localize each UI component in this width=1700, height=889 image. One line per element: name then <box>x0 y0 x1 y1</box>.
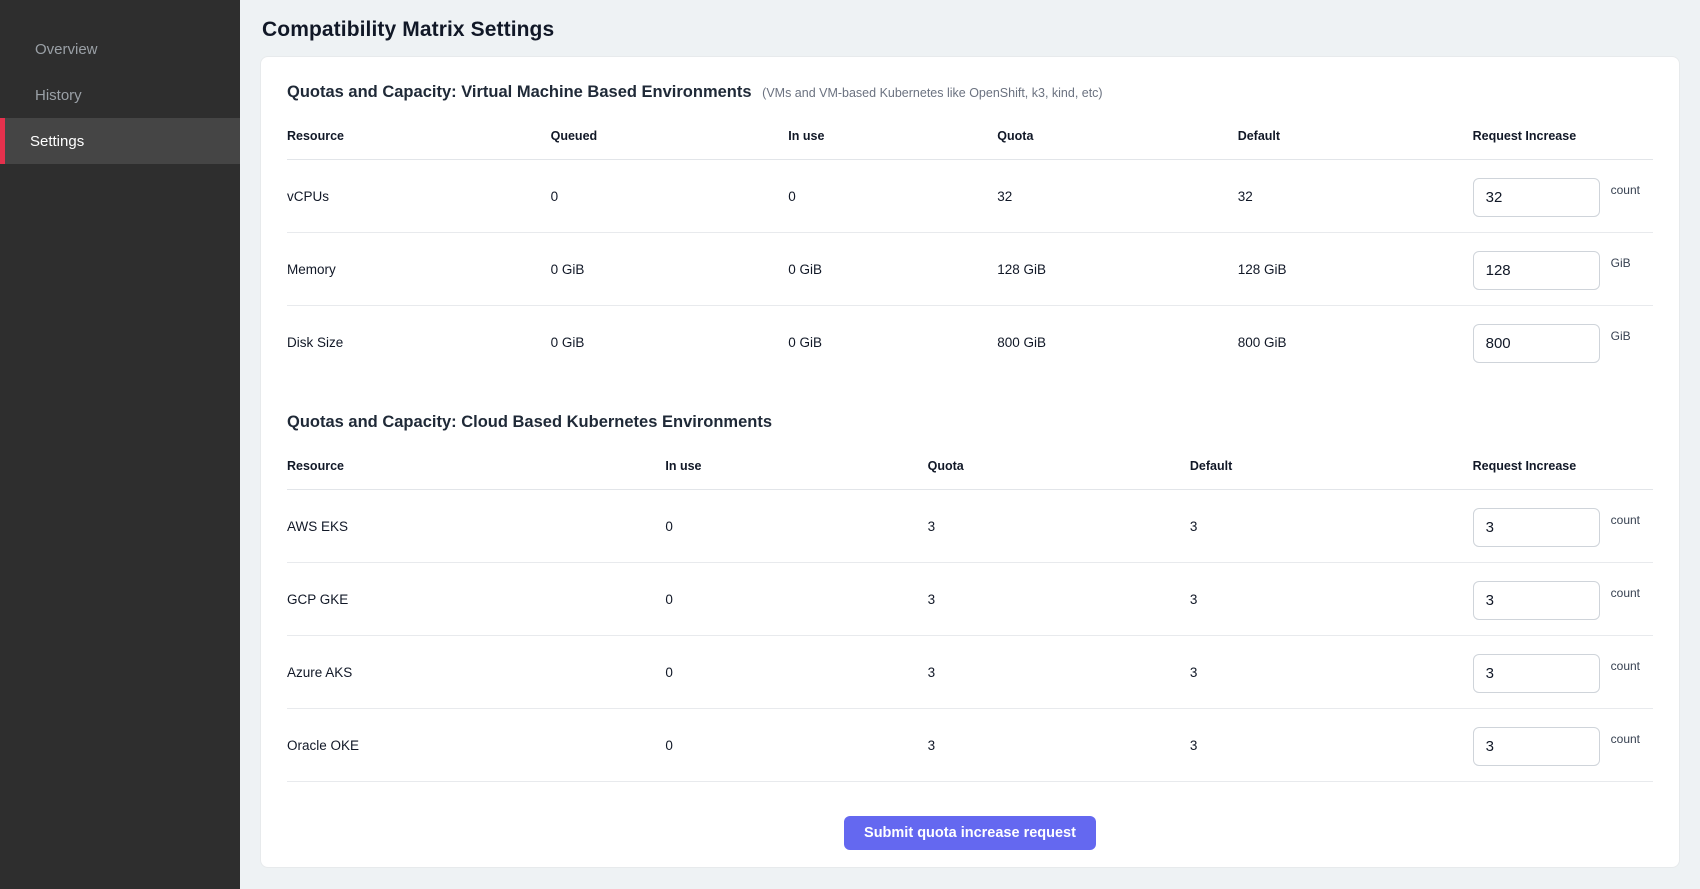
vm-col-default: Default <box>1238 129 1473 143</box>
page-title: Compatibility Matrix Settings <box>262 18 1680 42</box>
default-value: 3 <box>1190 519 1473 534</box>
main-content: Compatibility Matrix Settings Quotas and… <box>240 0 1700 889</box>
unit-label: count <box>1611 586 1640 600</box>
vm-quota-table: Resource Queued In use Quota Default Req… <box>287 112 1653 379</box>
request-increase-cell: count <box>1473 725 1653 766</box>
table-row-aws-eks: AWS EKS 0 3 3 count <box>287 490 1653 563</box>
request-increase-cell: GiB <box>1473 322 1653 363</box>
vcpus-request-input[interactable] <box>1473 178 1600 217</box>
vm-col-resource: Resource <box>287 129 551 143</box>
default-value: 3 <box>1190 592 1473 607</box>
queued-value: 0 GiB <box>551 262 789 277</box>
resource-label: GCP GKE <box>287 592 665 607</box>
queued-value: 0 <box>551 189 789 204</box>
vm-col-in-use: In use <box>788 129 997 143</box>
queued-value: 0 GiB <box>551 335 789 350</box>
oracle-oke-request-input[interactable] <box>1473 727 1600 766</box>
sidebar-item-history[interactable]: History <box>0 72 240 118</box>
resource-label: Memory <box>287 262 551 277</box>
request-increase-cell: count <box>1473 176 1653 217</box>
cloud-col-default: Default <box>1190 459 1473 473</box>
unit-label: GiB <box>1611 256 1631 270</box>
resource-label: Azure AKS <box>287 665 665 680</box>
unit-label: count <box>1611 513 1640 527</box>
sidebar: Overview History Settings <box>0 0 240 889</box>
default-value: 32 <box>1238 189 1473 204</box>
default-value: 3 <box>1190 738 1473 753</box>
resource-label: vCPUs <box>287 189 551 204</box>
submit-quota-increase-button[interactable]: Submit quota increase request <box>844 816 1096 850</box>
sidebar-item-overview[interactable]: Overview <box>0 26 240 72</box>
aws-eks-request-input[interactable] <box>1473 508 1600 547</box>
azure-aks-request-input[interactable] <box>1473 654 1600 693</box>
in-use-value: 0 <box>788 189 997 204</box>
cloud-col-in-use: In use <box>665 459 927 473</box>
table-row-gcp-gke: GCP GKE 0 3 3 count <box>287 563 1653 636</box>
in-use-value: 0 GiB <box>788 262 997 277</box>
submit-button-row: Submit quota increase request <box>287 816 1653 850</box>
cloud-col-resource: Resource <box>287 459 665 473</box>
quota-value: 128 GiB <box>997 262 1237 277</box>
settings-card: Quotas and Capacity: Virtual Machine Bas… <box>260 56 1680 868</box>
disk-size-request-input[interactable] <box>1473 324 1600 363</box>
request-increase-cell: GiB <box>1473 249 1653 290</box>
quota-value: 3 <box>928 519 1190 534</box>
unit-label: GiB <box>1611 329 1631 343</box>
gcp-gke-request-input[interactable] <box>1473 581 1600 620</box>
table-row-azure-aks: Azure AKS 0 3 3 count <box>287 636 1653 709</box>
cloud-section-heading: Quotas and Capacity: Cloud Based Kuberne… <box>287 413 1653 432</box>
vm-section-heading: Quotas and Capacity: Virtual Machine Bas… <box>287 83 1653 102</box>
vm-section-subtitle: (VMs and VM-based Kubernetes like OpenSh… <box>762 86 1102 100</box>
vm-col-request-increase: Request Increase <box>1473 129 1653 143</box>
memory-request-input[interactable] <box>1473 251 1600 290</box>
resource-label: AWS EKS <box>287 519 665 534</box>
in-use-value: 0 <box>665 519 927 534</box>
cloud-col-quota: Quota <box>928 459 1190 473</box>
in-use-value: 0 <box>665 738 927 753</box>
quota-value: 800 GiB <box>997 335 1237 350</box>
table-row-vcpus: vCPUs 0 0 32 32 count <box>287 160 1653 233</box>
unit-label: count <box>1611 183 1640 197</box>
vm-col-quota: Quota <box>997 129 1237 143</box>
cloud-quota-table: Resource In use Quota Default Request In… <box>287 442 1653 782</box>
resource-label: Disk Size <box>287 335 551 350</box>
default-value: 3 <box>1190 665 1473 680</box>
unit-label: count <box>1611 732 1640 746</box>
in-use-value: 0 GiB <box>788 335 997 350</box>
default-value: 800 GiB <box>1238 335 1473 350</box>
request-increase-cell: count <box>1473 506 1653 547</box>
quota-value: 3 <box>928 738 1190 753</box>
default-value: 128 GiB <box>1238 262 1473 277</box>
app-window: Overview History Settings Compatibility … <box>0 0 1700 889</box>
resource-label: Oracle OKE <box>287 738 665 753</box>
vm-table-header: Resource Queued In use Quota Default Req… <box>287 112 1653 160</box>
in-use-value: 0 <box>665 665 927 680</box>
cloud-col-request-increase: Request Increase <box>1473 459 1653 473</box>
sidebar-item-settings[interactable]: Settings <box>0 118 240 164</box>
unit-label: count <box>1611 659 1640 673</box>
quota-value: 3 <box>928 665 1190 680</box>
quota-value: 3 <box>928 592 1190 607</box>
table-row-memory: Memory 0 GiB 0 GiB 128 GiB 128 GiB GiB <box>287 233 1653 306</box>
vm-section-title: Quotas and Capacity: Virtual Machine Bas… <box>287 83 752 101</box>
table-row-oracle-oke: Oracle OKE 0 3 3 count <box>287 709 1653 782</box>
quota-value: 32 <box>997 189 1237 204</box>
table-row-disk-size: Disk Size 0 GiB 0 GiB 800 GiB 800 GiB Gi… <box>287 306 1653 379</box>
request-increase-cell: count <box>1473 652 1653 693</box>
vm-col-queued: Queued <box>551 129 789 143</box>
cloud-section-title: Quotas and Capacity: Cloud Based Kuberne… <box>287 413 772 431</box>
in-use-value: 0 <box>665 592 927 607</box>
cloud-table-header: Resource In use Quota Default Request In… <box>287 442 1653 490</box>
request-increase-cell: count <box>1473 579 1653 620</box>
